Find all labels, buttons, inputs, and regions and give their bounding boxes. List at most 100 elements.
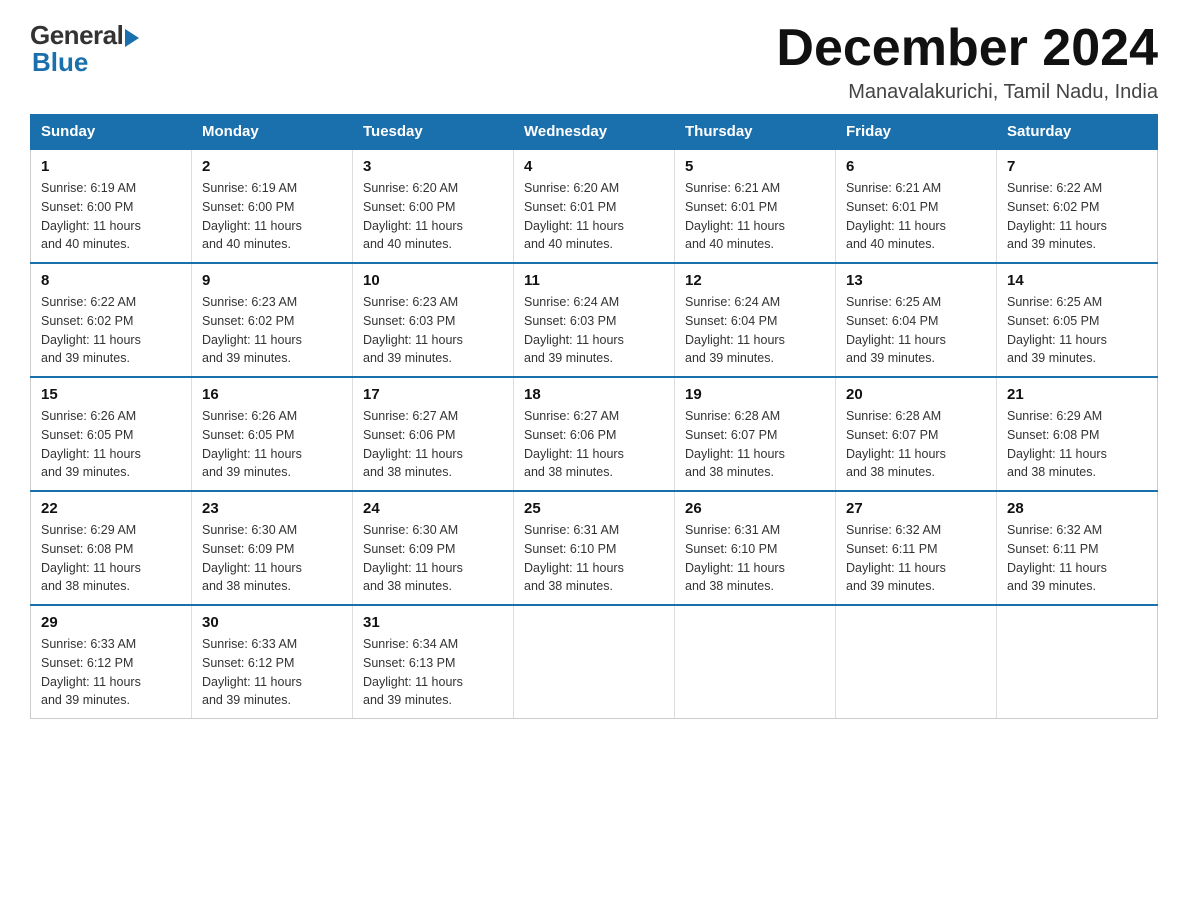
day-number: 1	[41, 158, 181, 175]
day-number: 5	[685, 158, 825, 175]
day-info: Sunrise: 6:20 AMSunset: 6:00 PMDaylight:…	[363, 179, 503, 254]
day-number: 17	[363, 386, 503, 403]
day-number: 10	[363, 272, 503, 289]
calendar-cell: 1 Sunrise: 6:19 AMSunset: 6:00 PMDaylight…	[31, 149, 192, 263]
day-number: 30	[202, 614, 342, 631]
day-info: Sunrise: 6:19 AMSunset: 6:00 PMDaylight:…	[41, 179, 181, 254]
calendar-table: SundayMondayTuesdayWednesdayThursdayFrid…	[30, 114, 1158, 719]
day-number: 25	[524, 500, 664, 517]
calendar-cell: 12 Sunrise: 6:24 AMSunset: 6:04 PMDayligh…	[675, 263, 836, 377]
day-info: Sunrise: 6:19 AMSunset: 6:00 PMDaylight:…	[202, 179, 342, 254]
day-info: Sunrise: 6:25 AMSunset: 6:04 PMDaylight:…	[846, 293, 986, 368]
calendar-cell: 19 Sunrise: 6:28 AMSunset: 6:07 PMDayligh…	[675, 377, 836, 491]
calendar-cell: 3 Sunrise: 6:20 AMSunset: 6:00 PMDaylight…	[353, 149, 514, 263]
day-info: Sunrise: 6:30 AMSunset: 6:09 PMDaylight:…	[363, 521, 503, 596]
day-info: Sunrise: 6:34 AMSunset: 6:13 PMDaylight:…	[363, 635, 503, 710]
page-header: General Blue December 2024 Manavalakuric…	[30, 20, 1158, 104]
calendar-cell: 4 Sunrise: 6:20 AMSunset: 6:01 PMDaylight…	[514, 149, 675, 263]
calendar-cell: 27Sunrise: 6:32 AMSunset: 6:11 PMDayligh…	[836, 491, 997, 605]
day-number: 16	[202, 386, 342, 403]
calendar-cell: 23 Sunrise: 6:30 AMSunset: 6:09 PMDayligh…	[192, 491, 353, 605]
day-number: 12	[685, 272, 825, 289]
calendar-cell	[836, 605, 997, 719]
day-number: 23	[202, 500, 342, 517]
day-number: 4	[524, 158, 664, 175]
calendar-cell: 24 Sunrise: 6:30 AMSunset: 6:09 PMDayligh…	[353, 491, 514, 605]
calendar-week-4: 22 Sunrise: 6:29 AMSunset: 6:08 PMDayligh…	[31, 491, 1158, 605]
calendar-cell: 13 Sunrise: 6:25 AMSunset: 6:04 PMDayligh…	[836, 263, 997, 377]
day-number: 19	[685, 386, 825, 403]
calendar-cell: 18Sunrise: 6:27 AMSunset: 6:06 PMDayligh…	[514, 377, 675, 491]
day-number: 21	[1007, 386, 1147, 403]
calendar-cell: 7Sunrise: 6:22 AMSunset: 6:02 PMDaylight…	[997, 149, 1158, 263]
calendar-cell: 11 Sunrise: 6:24 AMSunset: 6:03 PMDayligh…	[514, 263, 675, 377]
day-number: 13	[846, 272, 986, 289]
day-number: 7	[1007, 158, 1147, 175]
calendar-cell	[997, 605, 1158, 719]
day-number: 20	[846, 386, 986, 403]
day-info: Sunrise: 6:20 AMSunset: 6:01 PMDaylight:…	[524, 179, 664, 254]
day-info: Sunrise: 6:23 AMSunset: 6:03 PMDaylight:…	[363, 293, 503, 368]
calendar-week-3: 15 Sunrise: 6:26 AMSunset: 6:05 PMDayligh…	[31, 377, 1158, 491]
calendar-cell: 6 Sunrise: 6:21 AMSunset: 6:01 PMDaylight…	[836, 149, 997, 263]
day-number: 2	[202, 158, 342, 175]
calendar-cell: 29 Sunrise: 6:33 AMSunset: 6:12 PMDayligh…	[31, 605, 192, 719]
day-number: 15	[41, 386, 181, 403]
calendar-cell	[675, 605, 836, 719]
day-number: 6	[846, 158, 986, 175]
day-info: Sunrise: 6:23 AMSunset: 6:02 PMDaylight:…	[202, 293, 342, 368]
day-info: Sunrise: 6:28 AMSunset: 6:07 PMDaylight:…	[685, 407, 825, 482]
calendar-header-row: SundayMondayTuesdayWednesdayThursdayFrid…	[31, 115, 1158, 150]
day-info: Sunrise: 6:30 AMSunset: 6:09 PMDaylight:…	[202, 521, 342, 596]
day-info: Sunrise: 6:21 AMSunset: 6:01 PMDaylight:…	[846, 179, 986, 254]
calendar-week-2: 8 Sunrise: 6:22 AMSunset: 6:02 PMDaylight…	[31, 263, 1158, 377]
day-number: 26	[685, 500, 825, 517]
day-info: Sunrise: 6:24 AMSunset: 6:03 PMDaylight:…	[524, 293, 664, 368]
calendar-cell: 25 Sunrise: 6:31 AMSunset: 6:10 PMDayligh…	[514, 491, 675, 605]
day-info: Sunrise: 6:26 AMSunset: 6:05 PMDaylight:…	[202, 407, 342, 482]
day-info: Sunrise: 6:28 AMSunset: 6:07 PMDaylight:…	[846, 407, 986, 482]
day-info: Sunrise: 6:21 AMSunset: 6:01 PMDaylight:…	[685, 179, 825, 254]
day-info: Sunrise: 6:25 AMSunset: 6:05 PMDaylight:…	[1007, 293, 1147, 368]
calendar-cell: 16 Sunrise: 6:26 AMSunset: 6:05 PMDayligh…	[192, 377, 353, 491]
calendar-cell: 5 Sunrise: 6:21 AMSunset: 6:01 PMDaylight…	[675, 149, 836, 263]
column-header-monday: Monday	[192, 115, 353, 150]
calendar-cell: 31Sunrise: 6:34 AMSunset: 6:13 PMDayligh…	[353, 605, 514, 719]
column-header-wednesday: Wednesday	[514, 115, 675, 150]
calendar-cell: 17Sunrise: 6:27 AMSunset: 6:06 PMDayligh…	[353, 377, 514, 491]
day-info: Sunrise: 6:33 AMSunset: 6:12 PMDaylight:…	[202, 635, 342, 710]
day-number: 29	[41, 614, 181, 631]
calendar-cell: 20 Sunrise: 6:28 AMSunset: 6:07 PMDayligh…	[836, 377, 997, 491]
column-header-sunday: Sunday	[31, 115, 192, 150]
calendar-cell: 9Sunrise: 6:23 AMSunset: 6:02 PMDaylight…	[192, 263, 353, 377]
day-number: 22	[41, 500, 181, 517]
day-number: 18	[524, 386, 664, 403]
day-info: Sunrise: 6:32 AMSunset: 6:11 PMDaylight:…	[1007, 521, 1147, 596]
day-number: 3	[363, 158, 503, 175]
logo-arrow-icon	[125, 29, 139, 47]
day-number: 28	[1007, 500, 1147, 517]
calendar-cell: 21Sunrise: 6:29 AMSunset: 6:08 PMDayligh…	[997, 377, 1158, 491]
calendar-cell: 28 Sunrise: 6:32 AMSunset: 6:11 PMDayligh…	[997, 491, 1158, 605]
day-info: Sunrise: 6:33 AMSunset: 6:12 PMDaylight:…	[41, 635, 181, 710]
calendar-cell: 8 Sunrise: 6:22 AMSunset: 6:02 PMDaylight…	[31, 263, 192, 377]
calendar-cell	[514, 605, 675, 719]
column-header-tuesday: Tuesday	[353, 115, 514, 150]
month-title: December 2024	[776, 20, 1158, 77]
day-number: 24	[363, 500, 503, 517]
day-info: Sunrise: 6:22 AMSunset: 6:02 PMDaylight:…	[41, 293, 181, 368]
day-info: Sunrise: 6:24 AMSunset: 6:04 PMDaylight:…	[685, 293, 825, 368]
day-number: 14	[1007, 272, 1147, 289]
calendar-week-5: 29 Sunrise: 6:33 AMSunset: 6:12 PMDayligh…	[31, 605, 1158, 719]
calendar-cell: 22 Sunrise: 6:29 AMSunset: 6:08 PMDayligh…	[31, 491, 192, 605]
day-number: 11	[524, 272, 664, 289]
calendar-cell: 14 Sunrise: 6:25 AMSunset: 6:05 PMDayligh…	[997, 263, 1158, 377]
logo: General Blue	[30, 20, 139, 78]
calendar-cell: 26Sunrise: 6:31 AMSunset: 6:10 PMDayligh…	[675, 491, 836, 605]
day-info: Sunrise: 6:29 AMSunset: 6:08 PMDaylight:…	[41, 521, 181, 596]
column-header-friday: Friday	[836, 115, 997, 150]
calendar-week-1: 1 Sunrise: 6:19 AMSunset: 6:00 PMDaylight…	[31, 149, 1158, 263]
day-number: 8	[41, 272, 181, 289]
day-info: Sunrise: 6:26 AMSunset: 6:05 PMDaylight:…	[41, 407, 181, 482]
day-info: Sunrise: 6:31 AMSunset: 6:10 PMDaylight:…	[524, 521, 664, 596]
